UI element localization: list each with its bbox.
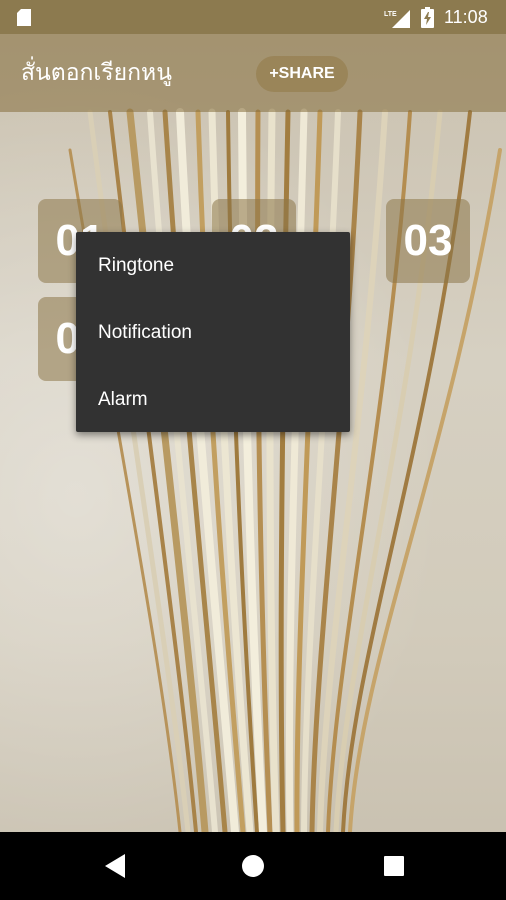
- lte-signal-icon: LTE: [384, 10, 410, 28]
- network-label: LTE: [384, 11, 397, 18]
- home-icon[interactable]: [241, 854, 265, 878]
- recents-icon[interactable]: [383, 855, 405, 877]
- menu-item-alarm[interactable]: Alarm: [76, 366, 350, 433]
- app-bar: สั่นตอกเรียกหนู +SHARE: [0, 34, 506, 112]
- status-time: 11:08: [444, 7, 488, 27]
- battery-icon: [421, 7, 434, 28]
- sound-tile-03[interactable]: 03: [386, 199, 470, 283]
- menu-item-ringtone[interactable]: Ringtone: [76, 232, 350, 299]
- back-icon[interactable]: [103, 853, 127, 879]
- app-title: สั่นตอกเรียกหนู: [21, 60, 172, 86]
- sd-card-icon: [17, 9, 31, 26]
- navigation-bar: [0, 832, 506, 900]
- set-as-popup-menu: Ringtone Notification Alarm: [76, 232, 350, 432]
- broom-straw-image: [68, 108, 502, 836]
- menu-item-notification[interactable]: Notification: [76, 299, 350, 366]
- share-button[interactable]: +SHARE: [256, 56, 348, 92]
- status-bar: LTE 11:08: [0, 0, 506, 34]
- background-image: [0, 0, 506, 900]
